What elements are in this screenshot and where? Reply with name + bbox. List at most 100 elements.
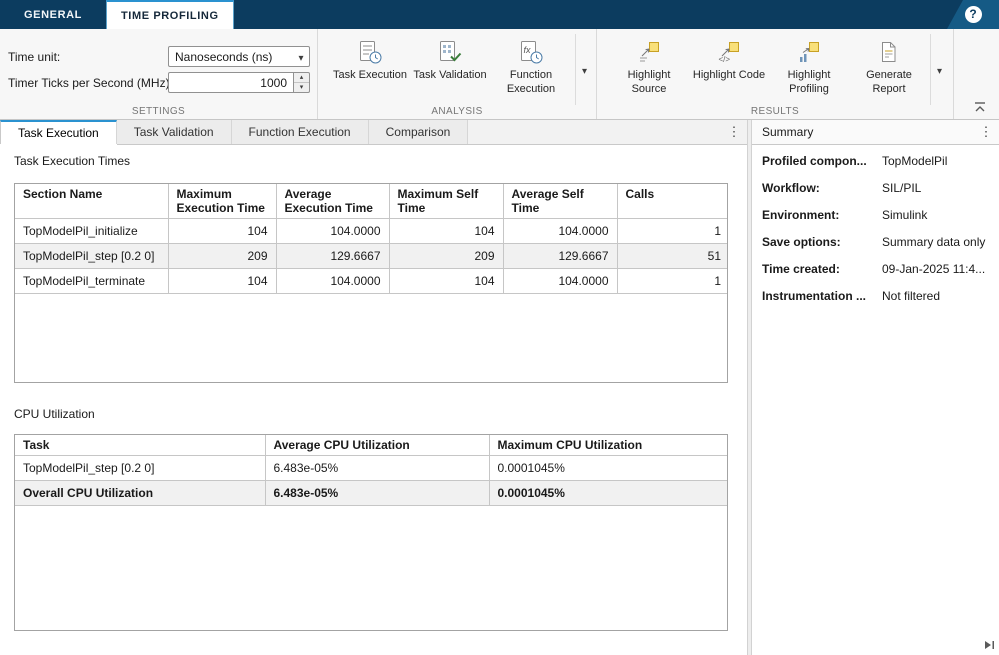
toolstrip-ribbon: Time unit: Nanoseconds (ns) Timer Ticks … (0, 29, 999, 120)
results-tab-bar: Task Execution Task Validation Function … (0, 120, 747, 145)
panel-options-button[interactable] (721, 120, 747, 144)
cell: TopModelPil_step [0.2 0] (15, 456, 265, 481)
highlight-profiling-button-label: Highlight Profiling (771, 68, 847, 96)
table-row-overall[interactable]: Overall CPU Utilization 6.483e-05% 0.000… (15, 481, 728, 506)
summary-item-value: Not filtered (882, 289, 999, 303)
toolstrip-tab-bar: GENERAL TIME PROFILING ? (0, 0, 999, 29)
results-section: Highlight Source </> Highlight Code High… (597, 29, 954, 119)
function-execution-button[interactable]: fx Function Execution (493, 34, 569, 105)
time-unit-value: Nanoseconds (ns) (169, 50, 293, 64)
summary-item-label: Save options: (762, 235, 882, 249)
summary-item-value: SIL/PIL (882, 181, 999, 195)
column-header-section-name[interactable]: Section Name (15, 184, 168, 219)
cell: 0.0001045% (489, 456, 728, 481)
cell: 209 (168, 244, 276, 269)
highlight-source-icon (636, 39, 662, 67)
tab-time-profiling[interactable]: TIME PROFILING (106, 0, 234, 29)
cell: TopModelPil_initialize (15, 219, 168, 244)
generate-report-button-label: Generate Report (851, 68, 927, 96)
chevron-down-icon (293, 48, 309, 66)
summary-item: Instrumentation ... Not filtered (752, 289, 999, 303)
settings-section: Time unit: Nanoseconds (ns) Timer Ticks … (0, 29, 318, 119)
column-header-avg-self-time[interactable]: Average Self Time (503, 184, 617, 219)
cpu-utilization-heading: CPU Utilization (14, 407, 95, 421)
function-execution-button-label: Function Execution (493, 68, 569, 96)
summary-item: Environment: Simulink (752, 208, 999, 222)
column-header-avg-exec-time[interactable]: Average Execution Time (276, 184, 389, 219)
task-execution-times-heading: Task Execution Times (14, 154, 130, 168)
task-execution-table-container: Section Name Maximum Execution Time Aver… (14, 183, 728, 383)
task-validation-button-label: Task Validation (413, 68, 486, 82)
svg-text:</>: </> (719, 55, 731, 64)
collapse-toolstrip-icon (973, 101, 987, 118)
svg-text:fx: fx (524, 45, 532, 55)
column-header-max-cpu[interactable]: Maximum CPU Utilization (489, 435, 728, 456)
settings-section-title: SETTINGS (0, 106, 317, 117)
cell: 104 (389, 219, 503, 244)
cell: 209 (389, 244, 503, 269)
cpu-utilization-table: Task Average CPU Utilization Maximum CPU… (15, 435, 728, 506)
spinner-down-button[interactable] (294, 83, 309, 92)
summary-item-value: Summary data only (882, 235, 999, 249)
spinner-up-button[interactable] (294, 73, 309, 83)
cell: 1 (617, 269, 728, 294)
timer-ticks-input[interactable] (168, 72, 294, 93)
cell: 129.6667 (503, 244, 617, 269)
collapse-toolstrip-button[interactable] (973, 101, 989, 115)
column-header-task[interactable]: Task (15, 435, 265, 456)
tab-task-execution-panel[interactable]: Task Execution (0, 120, 117, 144)
table-row[interactable]: TopModelPil_step [0.2 0] 6.483e-05% 0.00… (15, 456, 728, 481)
cell: TopModelPil_step [0.2 0] (15, 244, 168, 269)
task-execution-icon (357, 39, 383, 67)
code-profile-analyzer-window: GENERAL TIME PROFILING ? Time unit: Nano… (0, 0, 999, 655)
summary-item-label: Profiled compon... (762, 154, 882, 168)
task-validation-icon (437, 39, 463, 67)
tab-comparison-panel[interactable]: Comparison (369, 120, 469, 144)
cpu-utilization-table-container: Task Average CPU Utilization Maximum CPU… (14, 434, 728, 631)
task-execution-button[interactable]: Task Execution (332, 34, 408, 105)
panel-splitter[interactable] (747, 120, 752, 655)
cell: TopModelPil_terminate (15, 269, 168, 294)
cell: Overall CPU Utilization (15, 481, 265, 506)
results-gallery-button[interactable] (930, 34, 948, 105)
summary-item-value: TopModelPil (882, 154, 999, 168)
help-button[interactable]: ? (965, 6, 982, 23)
summary-item-label: Time created: (762, 262, 882, 276)
summary-header: Summary (752, 120, 999, 145)
dock-arrow-icon (982, 639, 996, 655)
highlight-profiling-button[interactable]: Highlight Profiling (771, 34, 847, 105)
tab-task-validation-panel[interactable]: Task Validation (117, 120, 232, 144)
highlight-code-button[interactable]: </> Highlight Code (691, 34, 767, 105)
cell: 104.0000 (276, 269, 389, 294)
cell: 6.483e-05% (265, 456, 489, 481)
task-validation-button[interactable]: Task Validation (412, 34, 488, 105)
table-row[interactable]: TopModelPil_step [0.2 0] 209 129.6667 20… (15, 244, 728, 269)
chevron-down-icon (937, 61, 942, 79)
function-execution-icon: fx (518, 39, 544, 67)
analysis-gallery-button[interactable] (575, 34, 593, 105)
cell: 104 (168, 219, 276, 244)
expand-panel-button[interactable] (982, 638, 996, 652)
time-unit-dropdown[interactable]: Nanoseconds (ns) (168, 46, 310, 67)
summary-options-button[interactable] (973, 124, 999, 140)
summary-item: Save options: Summary data only (752, 235, 999, 249)
summary-item-label: Workflow: (762, 181, 882, 195)
table-row[interactable]: TopModelPil_initialize 104 104.0000 104 … (15, 219, 728, 244)
highlight-source-button[interactable]: Highlight Source (611, 34, 687, 105)
column-header-max-self-time[interactable]: Maximum Self Time (389, 184, 503, 219)
spinner-buttons (294, 72, 310, 93)
summary-item: Workflow: SIL/PIL (752, 181, 999, 195)
table-row[interactable]: TopModelPil_terminate 104 104.0000 104 1… (15, 269, 728, 294)
column-header-max-exec-time[interactable]: Maximum Execution Time (168, 184, 276, 219)
summary-item-label: Environment: (762, 208, 882, 222)
generate-report-button[interactable]: Generate Report (851, 34, 927, 105)
tab-general[interactable]: GENERAL (0, 0, 106, 29)
generate-report-icon (876, 39, 902, 67)
cell: 104.0000 (503, 269, 617, 294)
summary-item-value: 09-Jan-2025 11:4... (882, 262, 999, 276)
tab-function-execution-panel[interactable]: Function Execution (232, 120, 369, 144)
cell: 104.0000 (276, 219, 389, 244)
timer-ticks-spinner (168, 72, 310, 93)
column-header-calls[interactable]: Calls (617, 184, 728, 219)
column-header-avg-cpu[interactable]: Average CPU Utilization (265, 435, 489, 456)
